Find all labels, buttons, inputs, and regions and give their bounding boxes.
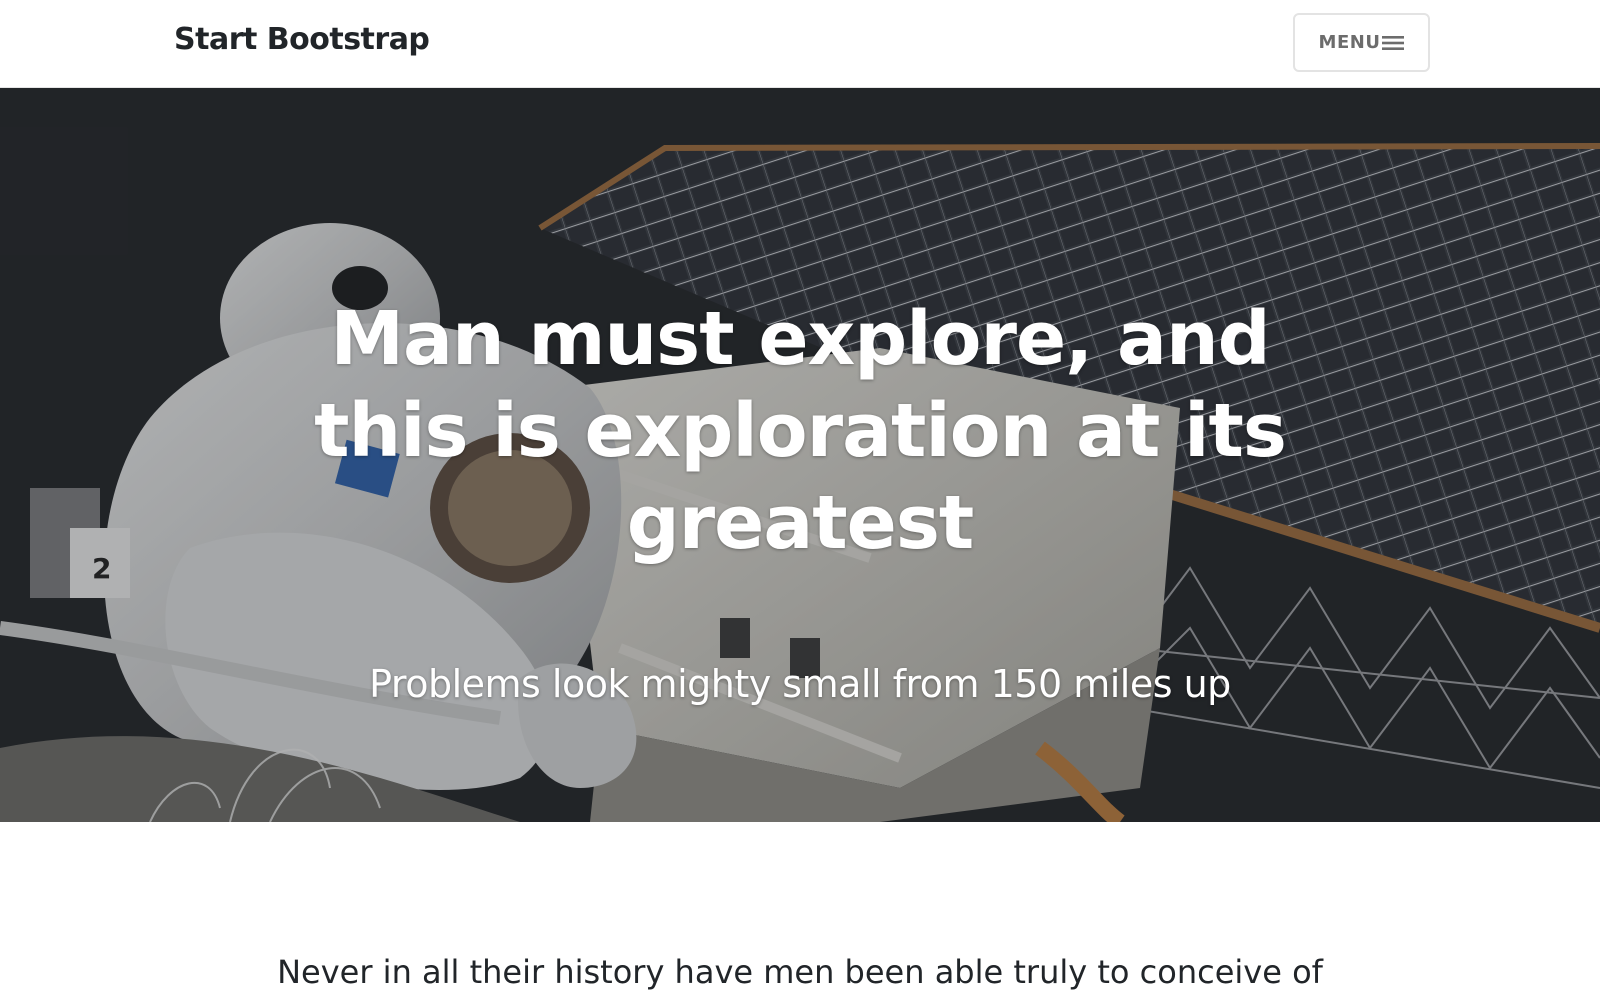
navbar: Start Bootstrap MENU [0,0,1600,88]
menu-label: MENU [1318,32,1381,53]
bars-icon [1382,35,1405,51]
brand-link[interactable]: Start Bootstrap [174,22,430,57]
menu-toggle-button[interactable]: MENU [1293,13,1430,72]
hero-masthead: 2 Man must explore, and this is explorat… [0,88,1600,822]
intro-paragraph: Never in all their history have men been… [277,953,1323,991]
hero-heading: Man must explore, and this is exploratio… [314,296,1287,566]
hero-subheading: Problems look mighty small from 150 mile… [369,662,1231,706]
